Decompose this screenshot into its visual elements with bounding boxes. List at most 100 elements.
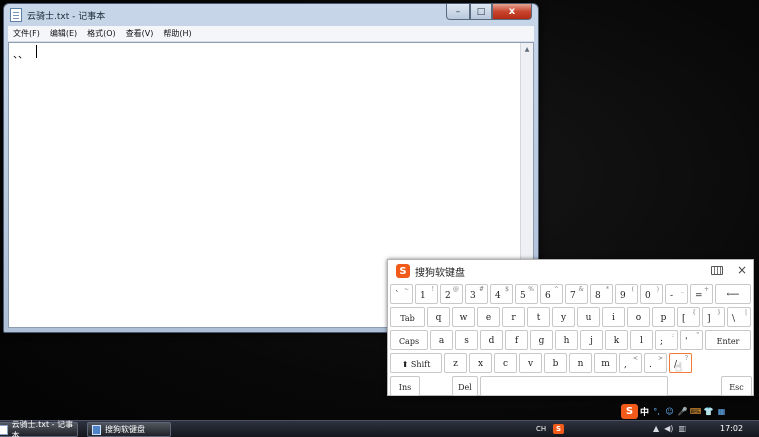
keyboard-layout-icon[interactable]	[711, 266, 723, 275]
key-quote[interactable]: ' "	[680, 330, 703, 350]
key-comma[interactable]: , <	[619, 353, 642, 373]
menu-help[interactable]: 帮助(H)	[158, 28, 196, 39]
key-tab[interactable]: Tab	[390, 307, 425, 327]
key-u[interactable]: u	[577, 307, 600, 327]
key-r[interactable]: r	[502, 307, 525, 327]
key-label: f	[514, 336, 519, 346]
key-t[interactable]: t	[527, 307, 550, 327]
key-label: n	[577, 359, 584, 369]
close-icon[interactable]: ×	[737, 263, 747, 277]
key-minus[interactable]: - _	[665, 284, 688, 304]
taskbar-item-notepad[interactable]: 云骑士.txt - 记事本	[0, 420, 78, 437]
soft-keyboard-icon[interactable]: ⌨	[690, 406, 702, 417]
key-caps[interactable]: Caps	[390, 330, 428, 350]
key-shift[interactable]: ⬆ Shift	[390, 353, 442, 373]
menu-edit[interactable]: 编辑(E)	[45, 28, 82, 39]
key-s[interactable]: s	[455, 330, 478, 350]
clock[interactable]: 17:02	[720, 424, 743, 433]
key-label: 4	[495, 291, 501, 301]
key-c[interactable]: c	[494, 353, 517, 373]
language-indicator[interactable]: CH	[536, 425, 546, 433]
key-x[interactable]: x	[469, 353, 492, 373]
key-v[interactable]: v	[519, 353, 542, 373]
key-o[interactable]: o	[627, 307, 650, 327]
key-a[interactable]: a	[430, 330, 453, 350]
key-shift-label: :	[671, 332, 674, 339]
key-y[interactable]: y	[552, 307, 575, 327]
key-f[interactable]: f	[505, 330, 528, 350]
key-w[interactable]: w	[452, 307, 475, 327]
show-hidden-icon[interactable]: ▲	[653, 424, 659, 433]
key-label: q	[435, 313, 442, 323]
key-left-bracket[interactable]: [{	[677, 307, 700, 327]
key-space[interactable]	[480, 376, 668, 396]
key-j[interactable]: j	[580, 330, 603, 350]
key-label: x	[477, 359, 484, 369]
taskbar-item-soft-keyboard[interactable]: 搜狗软键盘	[87, 422, 171, 437]
skin-icon[interactable]: 👕	[703, 406, 714, 417]
toolbox-icon[interactable]: ▦	[716, 406, 727, 417]
key-d[interactable]: d	[480, 330, 503, 350]
key-period[interactable]: . >	[644, 353, 667, 373]
key-e[interactable]: e	[477, 307, 500, 327]
key-backslash[interactable]: \ |	[727, 307, 751, 327]
key-enter[interactable]: Enter	[705, 330, 751, 350]
scroll-up-icon[interactable]: ▲	[521, 43, 533, 55]
key-z[interactable]: z	[444, 353, 467, 373]
key-ins[interactable]: Ins	[390, 376, 420, 396]
tray-sogou-icon[interactable]: S	[553, 424, 564, 434]
ime-mode-toggle[interactable]: 中	[640, 405, 649, 418]
key-k[interactable]: k	[605, 330, 628, 350]
key-label: l	[640, 336, 643, 346]
key-label: j	[590, 336, 593, 346]
key-label: w	[459, 313, 468, 323]
menu-bar: 文件(F) 编辑(E) 格式(O) 查看(V) 帮助(H)	[8, 26, 534, 42]
key-q[interactable]: q	[427, 307, 450, 327]
key-right-bracket[interactable]: ]}	[702, 307, 725, 327]
menu-file[interactable]: 文件(F)	[8, 28, 45, 39]
key-shift-label: *	[606, 286, 609, 293]
key-esc[interactable]: Esc	[721, 376, 752, 396]
key-3[interactable]: 3 #	[465, 284, 488, 304]
key-1[interactable]: 1!	[415, 284, 438, 304]
key-label: 0	[645, 291, 651, 301]
key-l[interactable]: l	[630, 330, 653, 350]
key-6[interactable]: 6 ^	[540, 284, 563, 304]
key-equals[interactable]: = +	[690, 284, 713, 304]
key-4[interactable]: 4 $	[490, 284, 513, 304]
menu-view[interactable]: 查看(V)	[121, 28, 159, 39]
key-shift-label: ?	[684, 355, 688, 362]
key-m[interactable]: m	[594, 353, 617, 373]
minimize-button[interactable]: –	[446, 4, 470, 20]
key-2[interactable]: 2 @	[440, 284, 463, 304]
close-button[interactable]: x	[492, 4, 532, 20]
key-g[interactable]: g	[530, 330, 553, 350]
network-icon[interactable]: ▥	[678, 424, 686, 433]
key-5[interactable]: 5%	[515, 284, 538, 304]
key-backspace[interactable]: ⟵	[715, 284, 751, 304]
key-8[interactable]: 8 *	[590, 284, 613, 304]
volume-icon[interactable]: ◀)	[664, 424, 673, 433]
key-9[interactable]: 9(	[615, 284, 638, 304]
key-shift-label: !	[431, 286, 434, 293]
sogou-logo-icon: S	[396, 264, 410, 278]
sogou-ime-icon[interactable]: S	[621, 403, 638, 419]
maximize-button[interactable]: □	[470, 4, 492, 20]
key-b[interactable]: b	[544, 353, 567, 373]
soft-keyboard-header[interactable]: S 搜狗软键盘	[388, 260, 753, 282]
key-7[interactable]: 7 &	[565, 284, 588, 304]
key-del[interactable]: Del	[452, 376, 478, 396]
menu-format[interactable]: 格式(O)	[82, 28, 121, 39]
emoji-icon[interactable]: ☺	[664, 406, 675, 417]
key-label: k	[613, 336, 620, 346]
microphone-icon[interactable]: 🎤	[677, 406, 688, 417]
key-semicolon[interactable]: ;:	[655, 330, 678, 350]
key-h[interactable]: h	[555, 330, 578, 350]
key-backtick[interactable]: ` ~	[390, 284, 413, 304]
punctuation-icon[interactable]: °,	[651, 406, 662, 417]
key-0[interactable]: 0)	[640, 284, 663, 304]
key-n[interactable]: n	[569, 353, 592, 373]
key-i[interactable]: i	[602, 307, 625, 327]
key-label: Tab	[400, 314, 415, 323]
key-p[interactable]: p	[652, 307, 675, 327]
